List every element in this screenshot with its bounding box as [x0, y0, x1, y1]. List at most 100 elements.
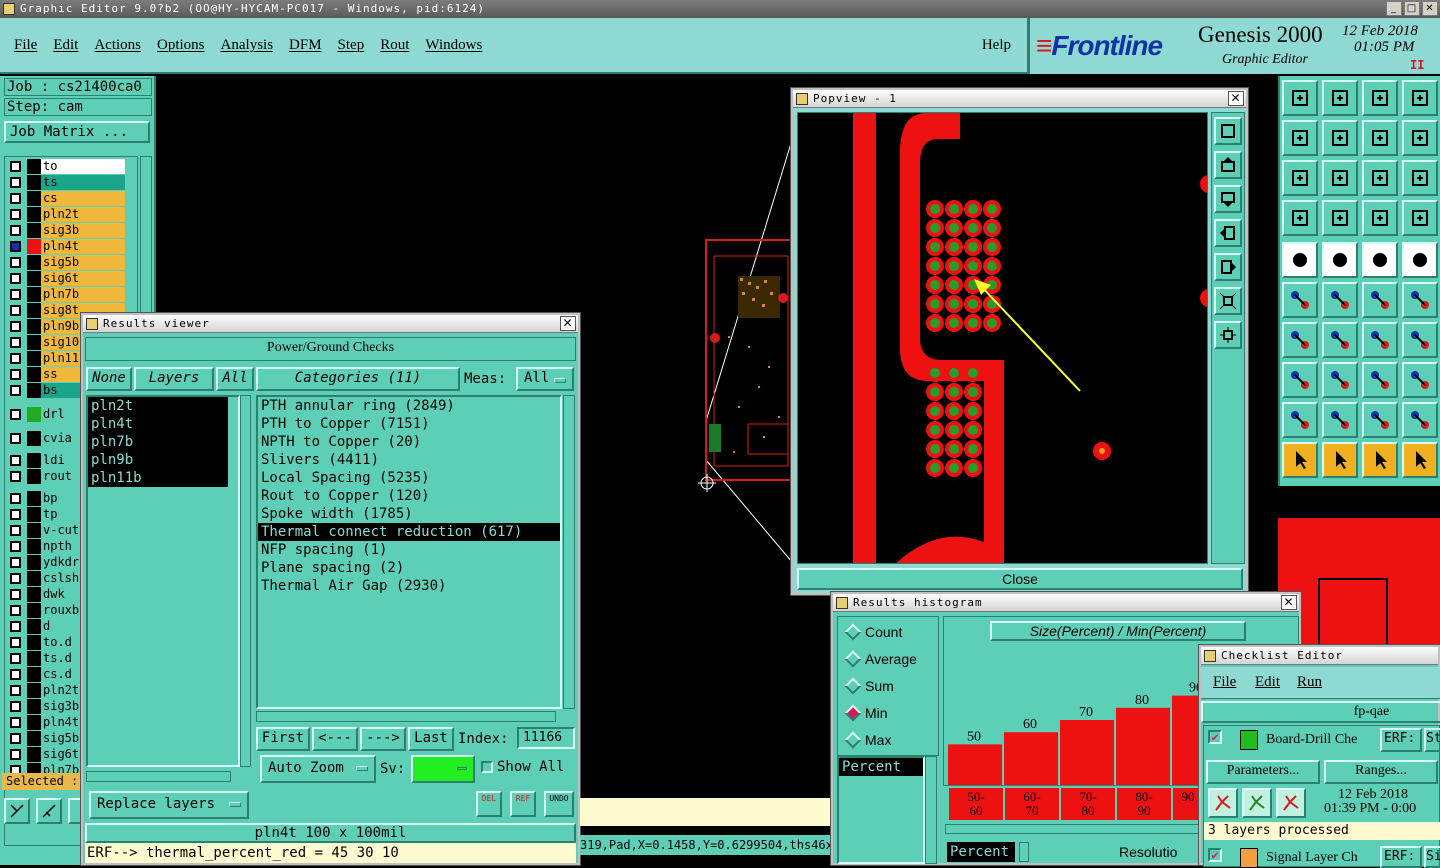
ranges-button[interactable]: Ranges... [1324, 760, 1438, 784]
menu-rout[interactable]: Rout [380, 37, 409, 54]
pan-left-icon[interactable] [1214, 219, 1242, 247]
layer-color-swatch[interactable] [27, 667, 41, 682]
none-button[interactable]: None [86, 367, 132, 391]
item1-label[interactable]: Board-Drill Che [1266, 732, 1357, 748]
layer-color-swatch[interactable] [27, 619, 41, 634]
layer-color-swatch[interactable] [27, 715, 41, 730]
category-item[interactable]: Local Spacing (5235) [258, 469, 560, 487]
layer-name[interactable]: to [41, 159, 125, 174]
layer-color-swatch[interactable] [27, 731, 41, 746]
layer-row[interactable]: cs [5, 191, 127, 206]
layer-color-swatch[interactable] [27, 603, 41, 618]
menu-file[interactable]: File [14, 37, 37, 54]
center-icon[interactable] [1362, 160, 1398, 196]
layer-checkbox[interactable] [10, 161, 21, 172]
pad-tool-icon[interactable] [1282, 362, 1318, 398]
layer-color-swatch[interactable] [27, 159, 41, 174]
next-button[interactable]: ---> [360, 727, 406, 751]
histogram-bar[interactable] [1060, 720, 1114, 785]
shape-icon[interactable] [1362, 242, 1398, 278]
histogram-category-label[interactable]: 50- 60 [949, 788, 1003, 820]
layer-color-swatch[interactable] [27, 191, 41, 206]
layer-checkbox[interactable] [10, 557, 21, 568]
layer-checkbox[interactable] [10, 471, 21, 482]
menu-step[interactable]: Step [338, 37, 365, 54]
transform-icon[interactable] [1282, 160, 1318, 196]
layer-color-swatch[interactable] [27, 555, 41, 570]
layer-list-vscroll[interactable] [240, 395, 251, 767]
result-layer-item[interactable]: pln2t [88, 397, 228, 415]
histogram-category-label[interactable]: 70- 80 [1061, 788, 1115, 820]
category-item[interactable]: PTH annular ring (2849) [258, 397, 560, 415]
layer-color-swatch[interactable] [27, 383, 41, 398]
layer-color-swatch[interactable] [27, 469, 41, 484]
home-icon[interactable] [1282, 80, 1318, 116]
layer-row[interactable]: sig3b [5, 223, 127, 238]
layer-color-swatch[interactable] [27, 683, 41, 698]
layer-color-swatch[interactable] [27, 335, 41, 350]
split-icon[interactable] [1402, 322, 1438, 358]
layer-color-swatch[interactable] [27, 635, 41, 650]
menu-windows[interactable]: Windows [425, 37, 482, 54]
triangle-filled-icon[interactable] [1362, 402, 1398, 438]
layer-name[interactable]: cs [41, 191, 125, 206]
menu-dfm[interactable]: DFM [289, 37, 322, 54]
menu-edit[interactable]: Edit [53, 37, 78, 54]
layer-checkbox[interactable] [10, 493, 21, 504]
layer-color-swatch[interactable] [27, 407, 41, 422]
severity-dropdown[interactable] [411, 755, 475, 783]
layer-checkbox[interactable] [10, 433, 21, 444]
layer-name[interactable]: sig3b [41, 223, 125, 238]
menu-help[interactable]: Help [982, 37, 1011, 54]
layer-checkbox[interactable] [10, 701, 21, 712]
layer-checkbox[interactable] [10, 369, 21, 380]
layer-checkbox[interactable] [10, 589, 21, 600]
window-icon[interactable] [1402, 80, 1438, 116]
layer-color-swatch[interactable] [27, 319, 41, 334]
item1-erf-button[interactable]: ERF: [1380, 728, 1422, 752]
menu-actions[interactable]: Actions [94, 37, 141, 54]
ruler-icon[interactable] [1402, 242, 1438, 278]
histogram-bar[interactable] [1116, 707, 1170, 785]
fit-icon[interactable] [1322, 160, 1358, 196]
categories-vscroll[interactable] [563, 395, 575, 709]
layer-color-swatch[interactable] [27, 207, 41, 222]
layer-checkbox[interactable] [10, 733, 21, 744]
run-selected-icon[interactable] [1276, 788, 1306, 818]
last-button[interactable]: Last [408, 727, 454, 751]
layer-checkbox[interactable] [10, 653, 21, 664]
layer-color-swatch[interactable] [27, 699, 41, 714]
layer-color-swatch[interactable] [27, 223, 41, 238]
edit-icon[interactable] [1282, 120, 1318, 156]
node-icon[interactable] [1282, 282, 1318, 318]
layer-color-swatch[interactable] [27, 239, 41, 254]
layer-color-swatch[interactable] [27, 367, 41, 382]
layer-checkbox[interactable] [10, 225, 21, 236]
category-item[interactable]: NFP spacing (1) [258, 541, 560, 559]
maximize-button[interactable]: □ [1404, 1, 1420, 16]
categories-list[interactable]: PTH annular ring (2849) PTH to Copper (71… [256, 395, 562, 709]
layer-checkbox[interactable] [10, 621, 21, 632]
layer-color-swatch[interactable] [27, 453, 41, 468]
checklist-title-bar[interactable]: Checklist Editor [1201, 647, 1438, 665]
node-add-icon[interactable] [1322, 282, 1358, 318]
layer-name[interactable]: pln4t [41, 239, 125, 254]
auto-zoom-dropdown[interactable]: Auto Zoom [260, 755, 376, 783]
pad-icon[interactable] [1282, 322, 1318, 358]
layer-color-swatch[interactable] [27, 587, 41, 602]
checklist-menu-edit[interactable]: Edit [1255, 674, 1280, 691]
layer-checkbox[interactable] [10, 193, 21, 204]
step-down-icon[interactable] [1362, 80, 1398, 116]
results-viewer-title-bar[interactable]: Results viewer ✕ [83, 315, 578, 333]
layer-name[interactable]: sig5b [41, 255, 125, 270]
list-item[interactable]: Percent [839, 758, 923, 776]
bottom-field-selected[interactable]: Percent [947, 842, 1015, 862]
histogram-bar[interactable] [1172, 695, 1202, 785]
checklist-menu-file[interactable]: File [1213, 674, 1236, 691]
layer-row[interactable]: sig6t [5, 271, 127, 286]
select-tool-icon[interactable] [4, 798, 30, 824]
menu-analysis[interactable]: Analysis [221, 37, 274, 54]
previous-button[interactable]: <--- [312, 727, 358, 751]
bottom-scrollbar[interactable] [1019, 842, 1029, 862]
scale-icon[interactable] [1402, 160, 1438, 196]
